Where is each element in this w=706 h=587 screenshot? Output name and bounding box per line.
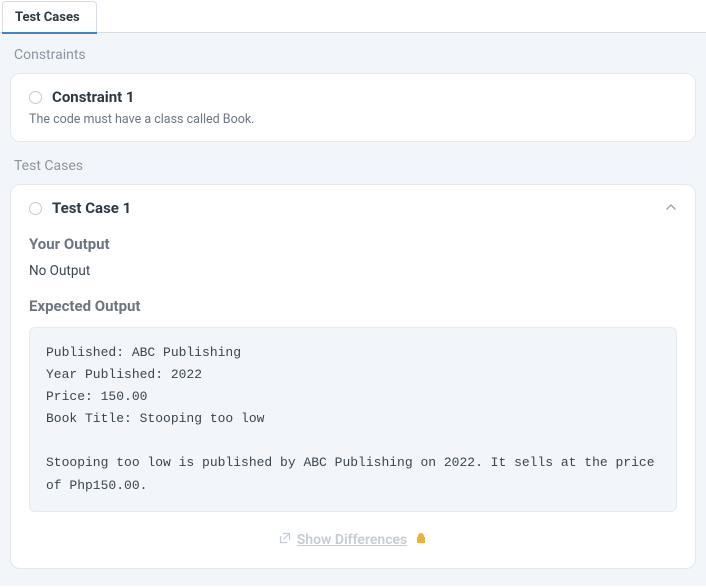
constraint-description: The code must have a class called Book.: [29, 112, 677, 127]
constraint-header: Constraint 1: [29, 88, 677, 106]
page-body: Constraints Constraint 1 The code must h…: [0, 33, 706, 586]
show-differences-row: Show Differences: [29, 532, 677, 548]
expected-output-heading: Expected Output: [29, 297, 677, 315]
constraint-card[interactable]: Constraint 1 The code must have a class …: [10, 73, 696, 142]
your-output-value: No Output: [29, 263, 677, 279]
expected-output-value: Published: ABC Publishing Year Published…: [29, 327, 677, 512]
your-output-heading: Your Output: [29, 235, 677, 253]
tab-bar: Test Cases: [0, 0, 706, 33]
expand-icon: [279, 532, 291, 548]
tab-test-cases[interactable]: Test Cases: [2, 1, 97, 33]
show-differences-label: Show Differences: [297, 532, 407, 548]
lock-icon: [415, 532, 427, 548]
status-circle-icon: [29, 202, 42, 215]
constraint-title: Constraint 1: [52, 88, 135, 106]
tab-label: Test Cases: [15, 10, 80, 25]
show-differences-link[interactable]: Show Differences: [279, 532, 427, 548]
testcase-1-title: Test Case 1: [52, 199, 131, 217]
testcase-1-header[interactable]: Test Case 1: [29, 199, 677, 217]
section-label-testcases: Test Cases: [10, 154, 696, 184]
testcase-1-card: Test Case 1 Your Output No Output Expect…: [10, 184, 696, 569]
chevron-up-icon: [665, 201, 677, 216]
tab-active-indicator: [2, 32, 97, 34]
section-label-constraints: Constraints: [10, 43, 696, 73]
status-circle-icon: [29, 91, 42, 104]
